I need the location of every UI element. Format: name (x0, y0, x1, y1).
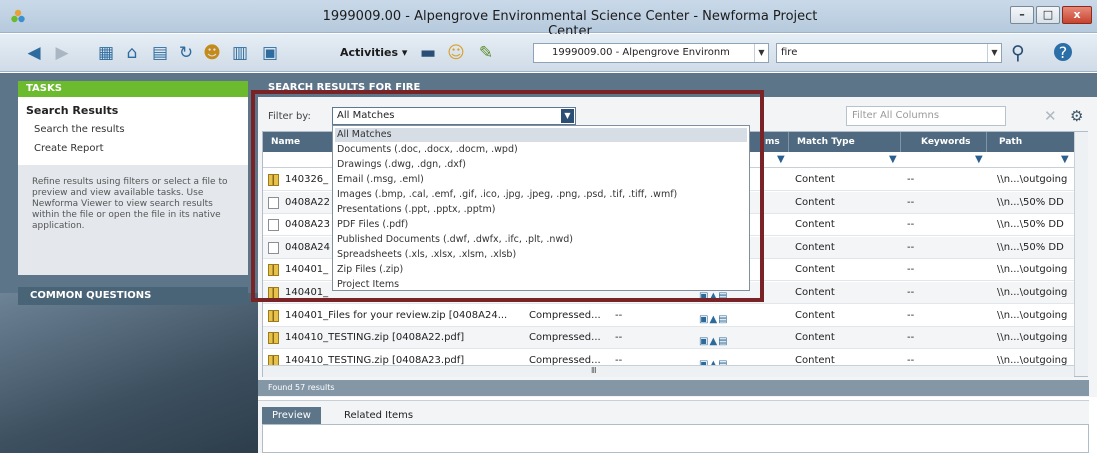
activities-menu[interactable]: Activities ▾ (340, 46, 407, 59)
tab-related-items[interactable]: Related Items (334, 407, 423, 425)
filter-funnel-icon[interactable]: ▼ (777, 154, 785, 165)
tasks-box: Search Results Search the results Create… (18, 97, 248, 165)
forward-arrow-icon[interactable]: ▶ (52, 43, 72, 63)
cell-keywords: -- (907, 332, 915, 344)
common-questions-header[interactable]: COMMON QUESTIONS (18, 287, 248, 305)
app-logo-icon (11, 9, 25, 23)
filter-funnel-icon[interactable]: ▼ (1061, 154, 1069, 165)
vertical-scrollbar[interactable] (1074, 132, 1088, 376)
cell-keywords: -- (907, 241, 915, 253)
column-header-keywords[interactable]: Keywords (901, 132, 987, 152)
tasks-help-text: Refine results using filters or select a… (18, 165, 248, 275)
home-icon[interactable]: ⌂ (122, 43, 142, 63)
gear-icon[interactable]: ⚙ (1070, 107, 1083, 125)
cell-keywords: -- (907, 309, 915, 321)
annotation-highlight-box (251, 90, 764, 302)
help-icon[interactable]: ? (1054, 43, 1072, 62)
cell-match-type: Content (795, 309, 835, 321)
table-row[interactable]: 140401_Files for your review.zip [0408A2… (263, 305, 1075, 327)
app-window: 1999009.00 - Alpengrove Environmental Sc… (0, 0, 1097, 453)
column-header-match-type[interactable]: Match Type (789, 132, 901, 152)
cell-keywords: -- (907, 264, 915, 276)
save-icon[interactable]: ▣ (260, 43, 280, 63)
back-arrow-icon[interactable]: ◀ (24, 43, 44, 63)
preview-pane (262, 424, 1089, 453)
project-selector[interactable]: 1999009.00 - Alpengrove Environm ▼ (533, 43, 769, 63)
toolbar: ◀ ▶ ▦ ⌂ ▤ ↻ ☻ ▥ ▣ Activities ▾ ▬ ☺ ✎ 199… (0, 34, 1097, 72)
panel-background (0, 293, 258, 453)
cell-match-type: Content (795, 219, 835, 231)
zip-file-icon (268, 309, 279, 322)
related-items-icon[interactable]: ▣▲▤ (699, 331, 743, 347)
results-count: Found 57 results (258, 380, 1089, 396)
cell-match-type: Content (795, 241, 835, 253)
folder-icon[interactable]: ▬ (418, 43, 438, 63)
task-link-report[interactable]: Create Report (34, 143, 104, 154)
cell-path: \\n...\outgoing (997, 309, 1068, 321)
tab-preview[interactable]: Preview (262, 407, 321, 425)
chevron-down-icon: ▼ (754, 44, 768, 62)
project-selector-value: 1999009.00 - Alpengrove Environm (552, 47, 730, 58)
cell-match-type: Content (795, 264, 835, 276)
zip-file-icon (268, 332, 279, 345)
related-items-icon[interactable]: ▣▲▤ (699, 309, 743, 325)
left-panel: TASKS Search Results Search the results … (0, 73, 258, 453)
search-input[interactable]: fire ▼ (776, 43, 1002, 63)
cell-category: -- (615, 309, 623, 321)
refresh-icon[interactable]: ↻ (176, 43, 196, 63)
clear-icon[interactable]: ✕ (1044, 107, 1057, 125)
cell-match-type: Content (795, 196, 835, 208)
table-row[interactable]: 140410_TESTING.zip [0408A22.pdf] Compress… (263, 327, 1075, 350)
cell-name: 140401_Files for your review.zip [0408A2… (285, 309, 508, 321)
search-icon[interactable]: ⚲ (1008, 42, 1028, 64)
cell-match-type: Content (795, 287, 835, 298)
cell-path: \\n...\outgoing (997, 264, 1068, 276)
calendar-icon[interactable]: ▤ (150, 43, 170, 63)
close-button[interactable]: x (1062, 6, 1092, 24)
cell-keywords: -- (907, 219, 915, 231)
tasks-header: TASKS (18, 81, 248, 97)
task-link-search[interactable]: Search the results (34, 124, 125, 135)
search-value: fire (781, 47, 798, 58)
cell-name: 140410_TESTING.zip [0408A22.pdf] (285, 332, 465, 344)
cell-path: \\n...\50% DD (997, 241, 1064, 253)
cell-keywords: -- (907, 174, 915, 185)
cell-type: Compressed... (529, 309, 601, 321)
cell-category: -- (615, 332, 623, 344)
minimize-button[interactable]: – (1010, 6, 1034, 24)
scroll-grip-icon: Ⅲ (591, 366, 597, 375)
cell-keywords: -- (907, 196, 915, 208)
task-title: Search Results (26, 104, 119, 117)
panels-icon[interactable]: ▥ (230, 43, 250, 63)
filter-funnel-icon[interactable]: ▼ (889, 154, 897, 165)
horizontal-scrollbar[interactable]: Ⅲ (263, 365, 1074, 377)
cell-type: Compressed... (529, 332, 601, 344)
chevron-down-icon: ▼ (987, 44, 1001, 62)
cell-path: \\n...\outgoing (997, 332, 1068, 344)
title-bar: 1999009.00 - Alpengrove Environmental Sc… (0, 0, 1097, 39)
maximize-button[interactable]: □ (1036, 6, 1060, 24)
cell-path: \\n...\outgoing (997, 174, 1068, 185)
cell-keywords: -- (907, 287, 915, 298)
filter-funnel-icon[interactable]: ▼ (975, 154, 983, 165)
cell-path: \\n...\outgoing (997, 287, 1068, 298)
cell-match-type: Content (795, 174, 835, 185)
filter-all-columns-input[interactable]: Filter All Columns (846, 106, 1006, 126)
cell-path: \\n...\50% DD (997, 219, 1064, 231)
cell-path: \\n...\50% DD (997, 196, 1064, 208)
project-icon[interactable]: ▦ (96, 43, 116, 63)
column-header-path[interactable]: Path (987, 132, 1075, 152)
contacts-icon[interactable]: ☺ (446, 43, 466, 63)
pin-icon[interactable]: ✎ (476, 43, 496, 63)
cell-match-type: Content (795, 332, 835, 344)
activities-label: Activities (340, 46, 399, 59)
people-icon[interactable]: ☻ (202, 43, 222, 63)
